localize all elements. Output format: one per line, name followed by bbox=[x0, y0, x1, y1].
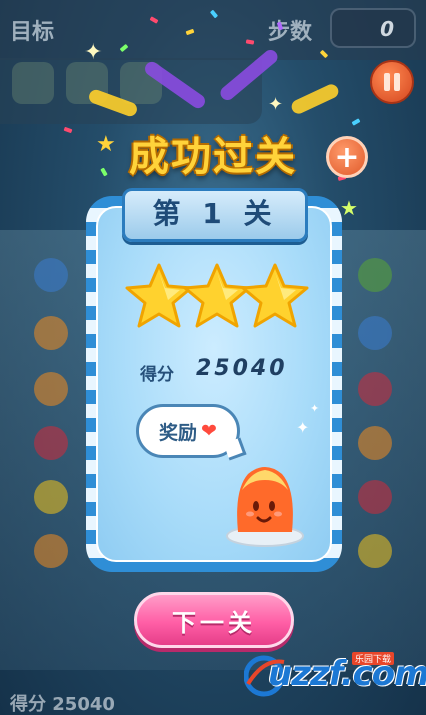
score-label: 得分 bbox=[140, 365, 174, 385]
watermark-text: uzzf.com bbox=[268, 654, 426, 694]
score-value: 25040 bbox=[196, 356, 288, 381]
booster-slot[interactable] bbox=[12, 62, 54, 104]
watermark-subtext: 乐园下载 bbox=[352, 652, 395, 665]
moves-label: 步数 bbox=[268, 20, 313, 45]
pause-icon-bar bbox=[394, 73, 400, 91]
fruit-orange bbox=[358, 426, 392, 460]
plus-icon: + bbox=[334, 139, 360, 175]
next-level-button[interactable]: 下一关 bbox=[134, 592, 294, 648]
moves-counter: 0 bbox=[330, 8, 416, 48]
goal-label: 目标 bbox=[10, 20, 55, 45]
fruit-strawberry bbox=[358, 372, 392, 406]
sparkle-icon: ✦ bbox=[296, 418, 310, 437]
fruit-orange bbox=[34, 534, 68, 568]
fruit-blueberry bbox=[358, 316, 392, 350]
reward-label: 奖励 bbox=[159, 421, 198, 444]
fruit-blueberry bbox=[34, 258, 68, 292]
fruit-strawberry bbox=[358, 480, 392, 514]
heart-icon: ❤ bbox=[201, 420, 217, 442]
fruit-lemon bbox=[358, 534, 392, 568]
fruit-orange bbox=[34, 316, 68, 350]
fruit-apple bbox=[358, 258, 392, 292]
jelly-mascot bbox=[226, 467, 304, 547]
sparkle-star-icon: ✦ bbox=[84, 40, 103, 65]
moves-value: 0 bbox=[380, 17, 394, 41]
fruit-lemon bbox=[34, 480, 68, 514]
sparkle-icon: ✦ bbox=[310, 402, 320, 415]
fruit-orange bbox=[34, 372, 68, 406]
level-number-tag: 第 1 关 bbox=[122, 188, 308, 242]
star-icon bbox=[241, 263, 309, 328]
bottom-score-text: 得分 25040 bbox=[10, 694, 115, 715]
pause-button[interactable] bbox=[370, 60, 414, 104]
pause-icon bbox=[384, 73, 390, 91]
sparkle-star-icon: ★ bbox=[340, 196, 358, 220]
sparkle-star-icon: ✦ bbox=[268, 94, 284, 115]
fruit-strawberry bbox=[34, 426, 68, 460]
plus-button[interactable]: + bbox=[326, 136, 368, 178]
